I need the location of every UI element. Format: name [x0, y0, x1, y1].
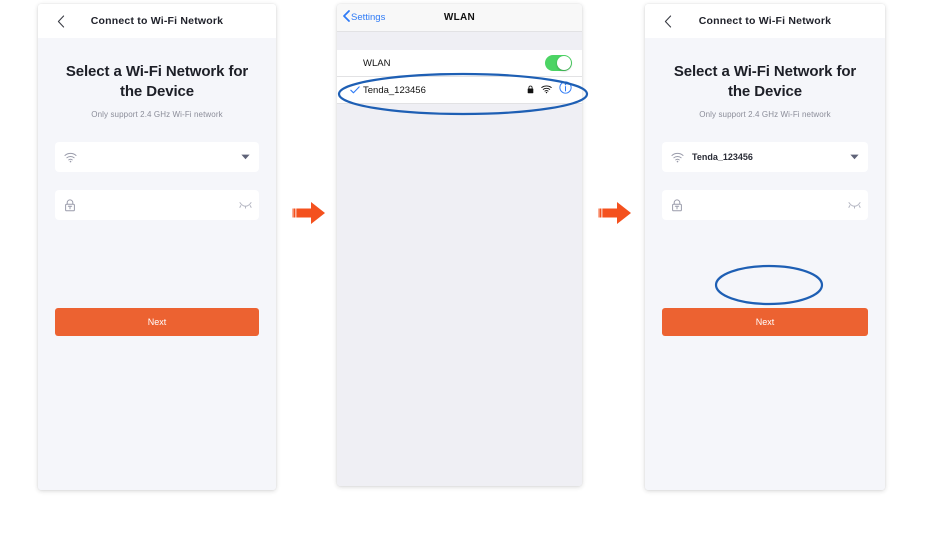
ssid-field[interactable]: [55, 142, 259, 172]
flow-diagram: Connect to Wi-Fi Network Select a Wi-Fi …: [0, 0, 932, 541]
eye-closed-icon[interactable]: [840, 201, 868, 209]
wlan-toggle-switch[interactable]: [545, 55, 572, 71]
next-button[interactable]: Next: [662, 308, 868, 336]
chevron-left-icon[interactable]: [54, 14, 68, 28]
wlan-toggle-label: WLAN: [363, 57, 391, 69]
checkmark-icon: [350, 86, 363, 94]
app-body: Select a Wi-Fi Network for the Device On…: [645, 38, 885, 490]
password-field[interactable]: [55, 190, 259, 220]
eye-closed-icon[interactable]: [231, 201, 259, 209]
ssid-value[interactable]: Tenda_123456: [692, 152, 840, 162]
wlan-toggle-row[interactable]: WLAN: [337, 50, 582, 77]
info-circle-icon[interactable]: [559, 81, 572, 99]
phone-panel-before: Connect to Wi-Fi Network Select a Wi-Fi …: [38, 4, 276, 490]
ios-navigation-bar: Settings WLAN: [337, 4, 582, 32]
password-field[interactable]: [662, 190, 868, 220]
headline: Select a Wi-Fi Network for the Device: [673, 63, 857, 100]
network-row-trailing-icons: [527, 81, 572, 99]
page-title: Connect to Wi-Fi Network: [90, 15, 224, 27]
page-title: Connect to Wi-Fi Network: [698, 15, 832, 27]
network-row-tenda[interactable]: Tenda_123456: [337, 77, 582, 104]
lock-icon: [662, 198, 692, 212]
phone-panel-ios-settings: Settings WLAN WLAN Tenda_123456: [337, 4, 582, 486]
list-section-gap: [337, 32, 582, 50]
headline: Select a Wi-Fi Network for the Device: [65, 63, 249, 100]
wifi-icon: [55, 152, 85, 163]
app-header: Connect to Wi-Fi Network: [38, 4, 276, 38]
chevron-left-icon: [343, 10, 350, 25]
subheadline: Only support 2.4 GHz Wi-Fi network: [699, 110, 831, 119]
network-ssid-label: Tenda_123456: [363, 84, 426, 96]
phone-panel-after: Connect to Wi-Fi Network Select a Wi-Fi …: [645, 4, 885, 490]
ios-settings-list: WLAN Tenda_123456: [337, 32, 582, 486]
ios-back-button[interactable]: Settings: [343, 10, 385, 25]
arrow-right-icon: [292, 200, 326, 226]
wifi-icon: [662, 152, 692, 163]
lock-icon: [527, 81, 534, 99]
next-button[interactable]: Next: [55, 308, 259, 336]
ios-back-label: Settings: [351, 12, 386, 23]
wifi-icon: [541, 81, 552, 99]
ssid-field[interactable]: Tenda_123456: [662, 142, 868, 172]
app-header: Connect to Wi-Fi Network: [645, 4, 885, 38]
chevron-left-icon[interactable]: [661, 14, 675, 28]
app-body: Select a Wi-Fi Network for the Device On…: [38, 38, 276, 490]
caret-down-icon[interactable]: [840, 154, 868, 160]
caret-down-icon[interactable]: [231, 154, 259, 160]
subheadline: Only support 2.4 GHz Wi-Fi network: [91, 110, 223, 119]
arrow-right-icon: [598, 200, 632, 226]
lock-icon: [55, 198, 85, 212]
